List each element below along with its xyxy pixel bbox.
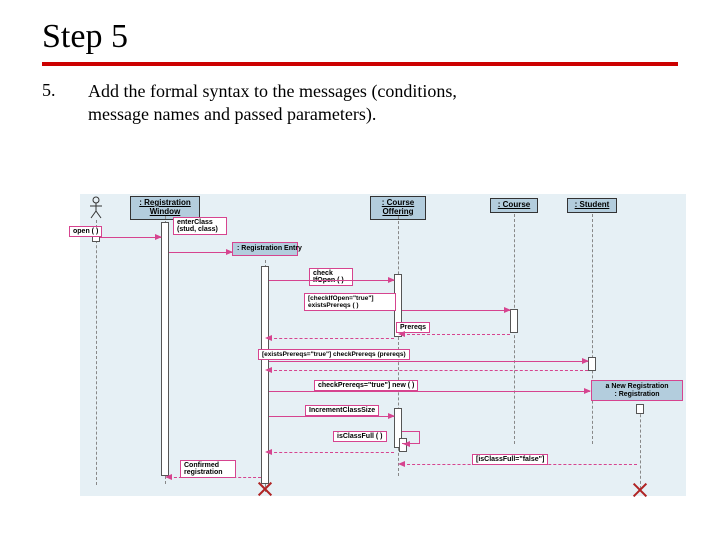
body-text: 5. Add the formal syntax to the messages… xyxy=(42,80,678,125)
actor-icon xyxy=(89,196,103,220)
destroy-regentry xyxy=(257,481,273,497)
msg-incrementclasssize: IncrementClassSize xyxy=(305,405,379,416)
return-to-regentry-2 xyxy=(269,452,394,453)
desc-line1: Add the formal syntax to the messages (c… xyxy=(88,81,457,101)
msg-checkifopen: check IfOpen ( ) xyxy=(309,268,353,286)
sequence-diagram: : Registration Window : Course Offering … xyxy=(80,194,686,496)
activation-regwindow xyxy=(161,222,169,476)
activation-course xyxy=(510,309,518,333)
msg-isclassfull: isClassFull ( ) xyxy=(333,431,387,442)
return-head-2 xyxy=(265,367,272,373)
msg-new: checkPrereqs="true"] new ( ) xyxy=(314,380,418,391)
arrow-checkifopen xyxy=(269,280,394,281)
arrow-checkprereqs xyxy=(269,361,588,362)
return-head-3 xyxy=(398,461,405,467)
title-underline xyxy=(42,62,678,66)
arrow-existsprereqs xyxy=(402,310,510,311)
return-head-4 xyxy=(265,449,272,455)
lifeline-registration-entry: : Registration Entry xyxy=(232,242,298,256)
return-checkprereqs xyxy=(269,370,588,371)
msg-checkprereqs: [existsPrereqs="true"] checkPrereqs (pre… xyxy=(258,349,410,360)
lifeline-student: : Student xyxy=(567,198,617,213)
desc-line2: message names and passed parameters). xyxy=(88,104,376,124)
activation-newreg xyxy=(636,404,644,414)
obj-new-registration: a New Registration: Registration xyxy=(591,380,683,401)
return-to-regentry-1 xyxy=(269,338,394,339)
lifeline-student-line xyxy=(592,214,593,444)
slide-title: Step 5 xyxy=(42,18,678,56)
return-confirmed xyxy=(169,477,261,478)
arrow-enterclass xyxy=(169,252,232,253)
arrow-isclassfull-head xyxy=(403,441,410,447)
msg-confirmed: Confirmed registration xyxy=(180,460,236,478)
lifeline-course: : Course xyxy=(490,198,538,213)
arrow-new xyxy=(269,391,590,392)
activation-student xyxy=(588,357,596,371)
list-number: 5. xyxy=(42,80,64,125)
return-prereqs-head xyxy=(398,331,405,337)
return-isclassfull xyxy=(402,464,637,465)
arrow-increment xyxy=(269,416,394,417)
list-description: Add the formal syntax to the messages (c… xyxy=(88,80,457,125)
arrow-open xyxy=(100,237,161,238)
msg-enterclass: enterClass (stud, class) xyxy=(173,217,227,235)
return-head-5 xyxy=(165,474,172,480)
msg-existsprereqs: [checkIfOpen="true"] existsPrereqs ( ) xyxy=(304,293,396,311)
return-prereqs xyxy=(402,334,510,335)
lifeline-actor-line xyxy=(96,220,97,485)
destroy-newreg xyxy=(632,482,648,498)
msg-open: open ( ) xyxy=(69,226,102,237)
return-head-1 xyxy=(265,335,272,341)
lifeline-newreg-line xyxy=(640,404,641,489)
